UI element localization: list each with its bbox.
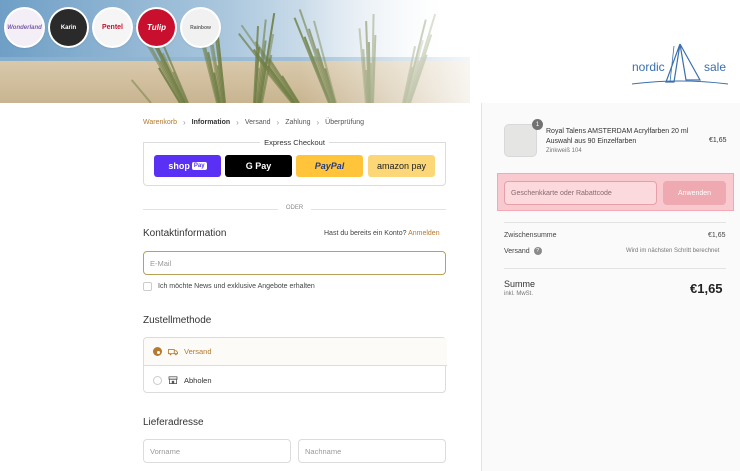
- brand-logo-label: Wonderland: [7, 24, 42, 31]
- apply-label: Anwenden: [677, 189, 712, 197]
- summary-divider: [504, 268, 726, 269]
- brand-logo-label: Rainbow: [190, 24, 211, 31]
- google-pay-label: G Pay: [245, 161, 272, 171]
- header-banner: Wonderland Karin Pentel Tulip Rainbow no…: [0, 0, 740, 103]
- quantity-badge: 1: [532, 119, 543, 130]
- shipping-summary-label: Versand: [504, 247, 530, 255]
- or-label: ODER: [285, 205, 304, 211]
- breadcrumb-shipping: Versand: [244, 119, 271, 126]
- pickup-label: Abholen: [184, 375, 212, 385]
- chevron-right-icon: ›: [182, 118, 186, 127]
- shipping-summary-value: Wird im nächsten Schritt berechnet: [626, 248, 720, 254]
- breadcrumb-payment: Zahlung: [285, 119, 311, 126]
- total-label: Summe: [504, 279, 536, 289]
- first-name-field[interactable]: Vorname: [143, 439, 291, 463]
- shop-pay-label: shop: [168, 161, 190, 171]
- shipping-radio[interactable]: [153, 347, 162, 356]
- store-logo-left-text: nordic: [632, 60, 665, 74]
- login-prompt-text: Hast du bereits ein Konto?: [324, 230, 407, 237]
- discount-code-input[interactable]: Geschenkkarte oder Rabattcode: [504, 181, 657, 205]
- breadcrumb-review: Überprüfung: [325, 119, 365, 126]
- product-price: €1,65: [709, 137, 727, 144]
- brand-logos: Wonderland Karin Pentel Tulip Rainbow: [6, 9, 219, 46]
- banner-fade: [300, 0, 500, 103]
- express-checkout-title: Express Checkout: [264, 138, 325, 147]
- login-prompt: Hast du bereits ein Konto? Anmelden: [324, 230, 440, 237]
- amazon-pay-label: amazon pay: [376, 161, 427, 171]
- pickup-radio[interactable]: [153, 375, 162, 385]
- store-logo-right-text: sale: [704, 60, 727, 74]
- email-field[interactable]: E-Mail: [143, 251, 446, 275]
- newsletter-row[interactable]: Ich möchte News und exklusive Angebote e…: [143, 282, 315, 291]
- brand-logo-karin[interactable]: Karin: [50, 9, 87, 46]
- brand-logo-rainbow[interactable]: Rainbow: [182, 9, 219, 46]
- login-link[interactable]: Anmelden: [408, 230, 440, 237]
- brand-logo-pentel[interactable]: Pentel: [94, 9, 131, 46]
- brand-logo-label: Pentel: [101, 24, 123, 31]
- first-name-placeholder: Vorname: [150, 446, 181, 456]
- chevron-right-icon: ›: [316, 118, 320, 127]
- divider-line: [311, 209, 446, 210]
- discount-placeholder: Geschenkkarte oder Rabattcode: [511, 189, 612, 197]
- brand-logo-tulip[interactable]: Tulip: [138, 9, 175, 46]
- shop-pay-badge: Pay: [191, 162, 207, 170]
- apply-discount-button[interactable]: Anwenden: [663, 181, 726, 205]
- last-name-field[interactable]: Nachname: [298, 439, 446, 463]
- last-name-placeholder: Nachname: [305, 446, 342, 456]
- chevron-right-icon: ›: [276, 118, 280, 127]
- subtotal-value: €1,65: [708, 232, 726, 239]
- shipping-label: Versand: [184, 347, 212, 356]
- paypal-button[interactable]: PayPal: [296, 155, 363, 177]
- email-placeholder: E-Mail: [150, 258, 172, 268]
- checkout-page: Wonderland Karin Pentel Tulip Rainbow no…: [0, 0, 740, 471]
- total-tax-note: inkl. MwSt.: [504, 291, 534, 297]
- delivery-options: Versand Abholen: [143, 337, 447, 394]
- subtotal-label: Zwischensumme: [504, 232, 557, 239]
- paypal-label: PayPal: [314, 161, 345, 171]
- contact-heading: Kontaktinformation: [143, 228, 227, 239]
- brand-logo-label: Karin: [60, 24, 77, 31]
- amazon-pay-button[interactable]: amazon pay: [368, 155, 435, 177]
- chevron-right-icon: ›: [236, 118, 239, 127]
- shipping-summary-row: Versand?: [504, 247, 542, 255]
- address-heading: Lieferadresse: [143, 417, 204, 428]
- product-thumbnail: [504, 124, 537, 157]
- google-pay-button[interactable]: G Pay: [225, 155, 292, 177]
- delivery-option-pickup[interactable]: Abholen: [144, 366, 447, 394]
- brand-logo-label: Tulip: [147, 23, 166, 32]
- or-divider: ODER: [143, 204, 446, 214]
- store-logo[interactable]: nordic sale: [630, 42, 730, 90]
- newsletter-checkbox[interactable]: [143, 282, 152, 291]
- delivery-heading: Zustellmethode: [143, 315, 212, 326]
- delivery-option-shipping[interactable]: Versand: [144, 338, 447, 366]
- total-value: €1,65: [690, 281, 723, 296]
- breadcrumb-cart[interactable]: Warenkorb: [143, 119, 177, 126]
- product-name: Royal Talens AMSTERDAM Acrylfarben 20 ml…: [546, 128, 689, 145]
- product-variant: Zinkweiß 104: [546, 148, 582, 154]
- breadcrumb: Warenkorb › Information › Versand › Zahl…: [143, 118, 364, 127]
- newsletter-label: Ich möchte News und exklusive Angebote e…: [158, 283, 315, 290]
- truck-icon: [168, 348, 178, 355]
- store-icon: [168, 376, 178, 384]
- breadcrumb-information: Information: [191, 119, 231, 126]
- brand-logo-wonderland[interactable]: Wonderland: [6, 9, 43, 46]
- help-icon[interactable]: ?: [533, 247, 542, 255]
- shop-pay-button[interactable]: shop Pay: [154, 155, 221, 177]
- summary-divider: [504, 222, 726, 223]
